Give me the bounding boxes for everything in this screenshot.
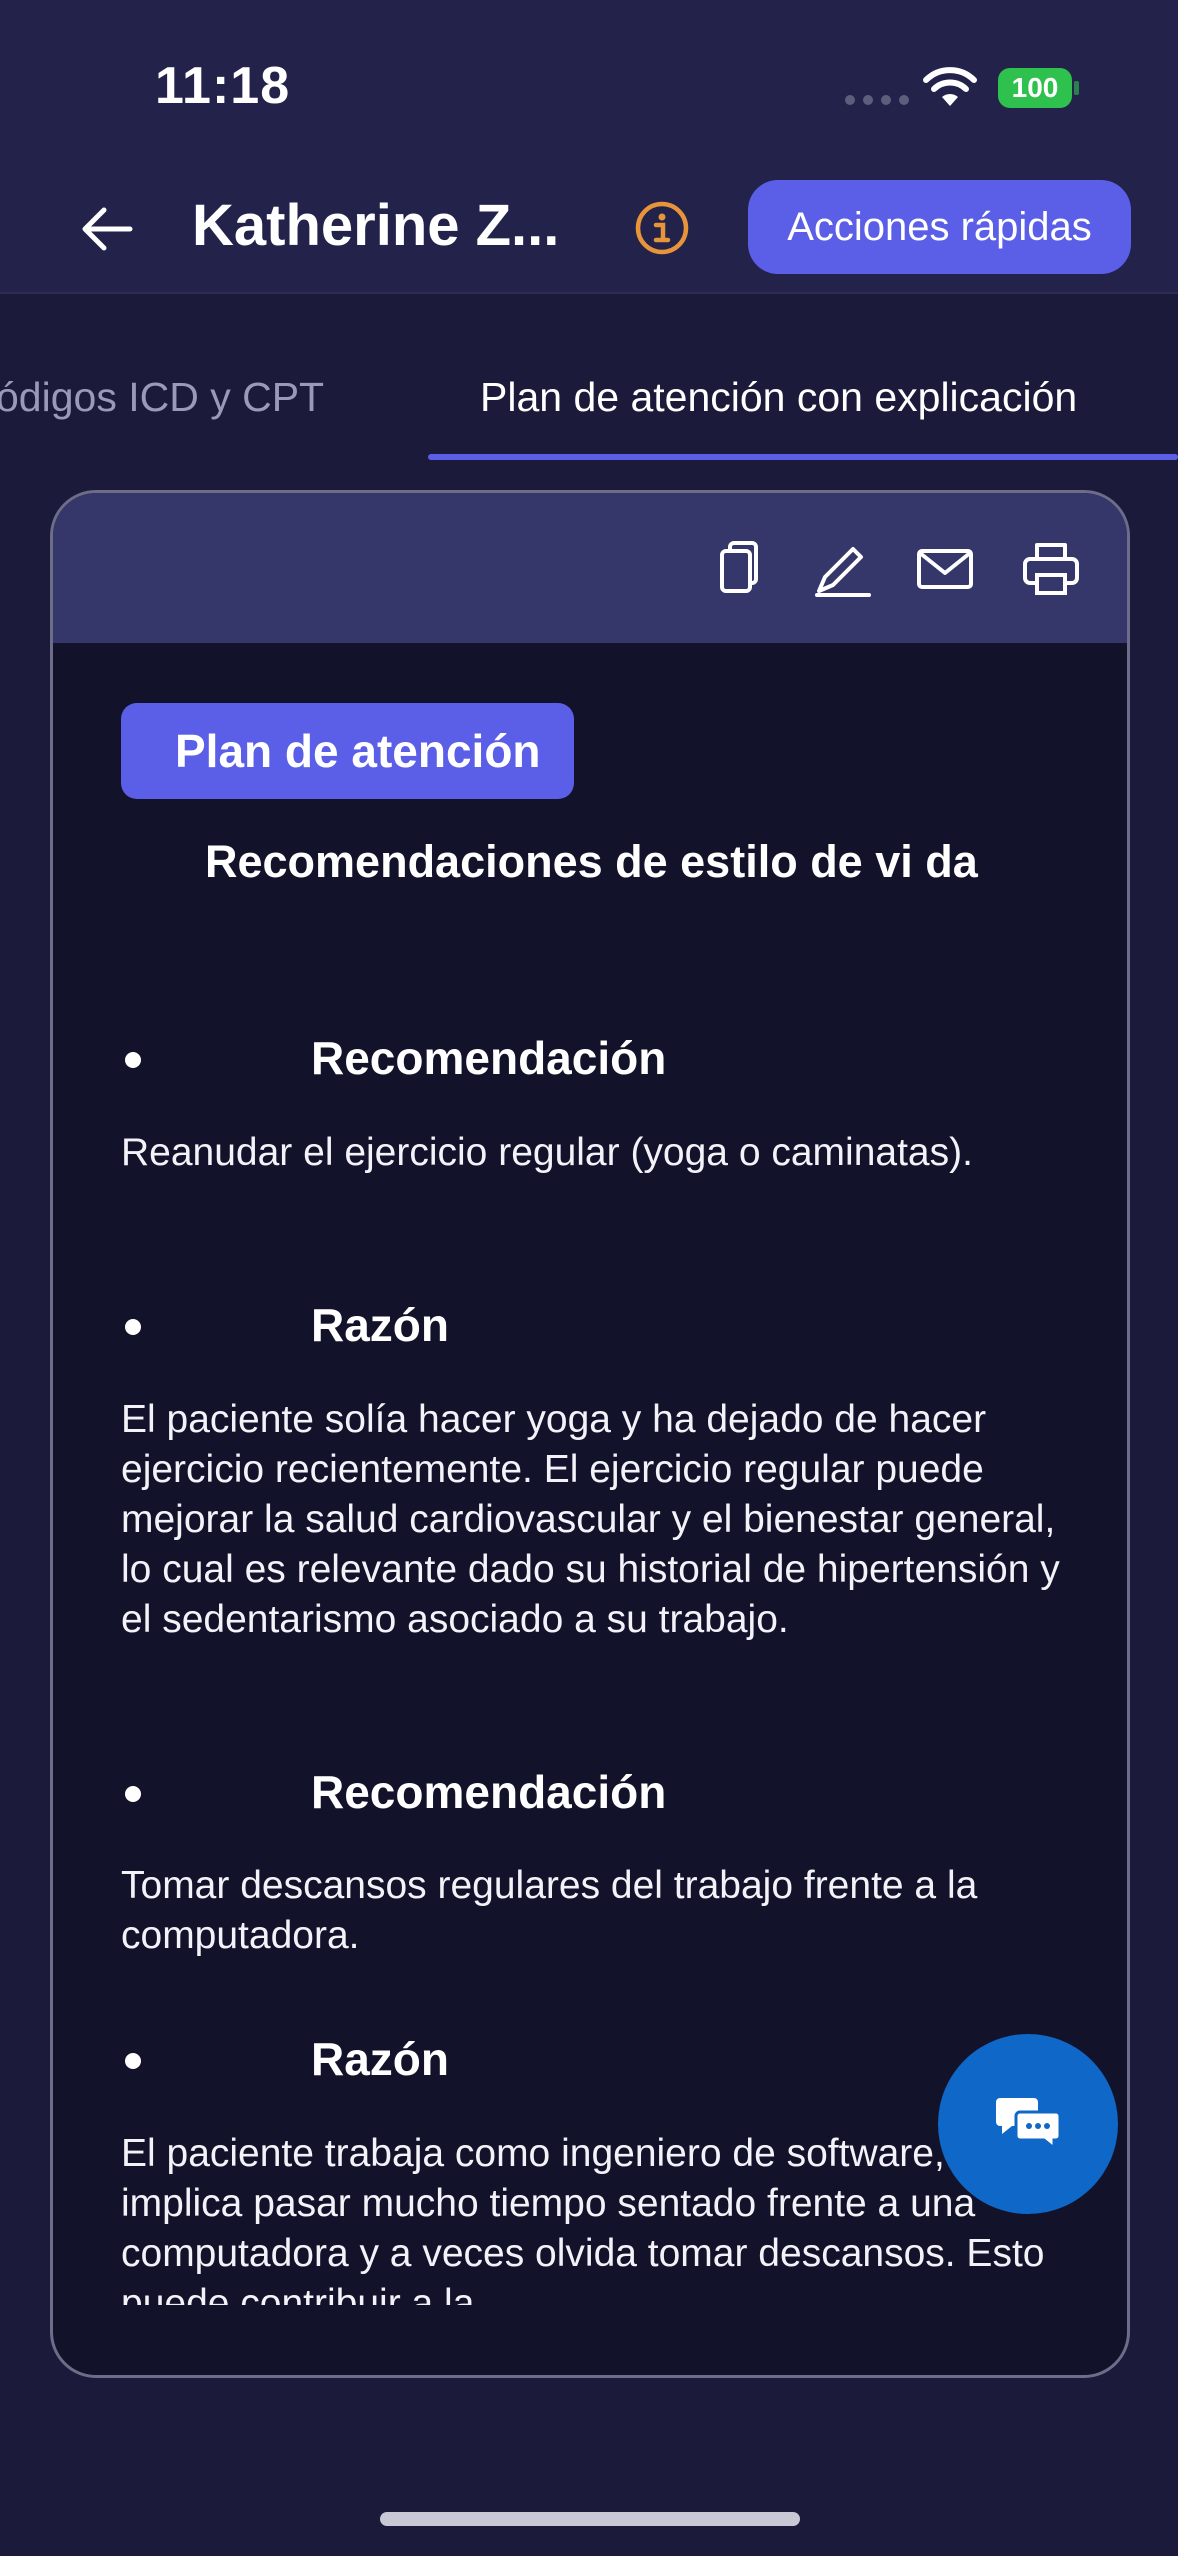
item-label: Razón (311, 1299, 449, 1351)
home-indicator[interactable] (380, 2512, 800, 2526)
item-text: Reanudar el ejercicio regular (yoga o ca… (121, 1131, 973, 1174)
status-time: 11:18 (155, 57, 291, 115)
chat-button[interactable] (938, 2034, 1118, 2214)
top-bar: 11:18 100 Katherine Z... Acciones rápida… (0, 0, 1178, 294)
item-label: Recomendación (311, 1032, 667, 1084)
edit-icon[interactable] (813, 539, 873, 599)
item-label: Recomendación (311, 1766, 667, 1818)
tab-bar: ódigos ICD y CPT Plan de atención con ex… (0, 294, 1178, 460)
bullet-icon (125, 1052, 141, 1068)
back-arrow-icon[interactable] (78, 200, 136, 258)
battery-icon: 100 (998, 68, 1079, 108)
cellular-signal-icon (845, 95, 909, 105)
care-plan-label: Plan de atención (121, 703, 574, 799)
item-text: El paciente trabaja como ingeniero de so… (121, 2132, 1062, 2305)
card-body: Plan de atención Recomendaciones de esti… (53, 643, 1127, 2305)
battery-level: 100 (1011, 72, 1059, 103)
print-icon[interactable] (1021, 539, 1081, 599)
tab-icd-cpt-codes[interactable]: ódigos ICD y CPT (0, 374, 324, 421)
quick-actions-button[interactable]: Acciones rápidas (748, 180, 1131, 274)
bullet-icon (125, 1786, 141, 1802)
bullet-icon (125, 1319, 141, 1335)
section-title: Recomendaciones de estilo de vi da (205, 836, 978, 887)
mail-icon[interactable] (915, 539, 975, 599)
patient-name-title: Katherine Z... (192, 193, 560, 258)
info-icon[interactable] (634, 200, 690, 256)
card-toolbar (53, 493, 1127, 643)
chat-bubbles-icon (996, 2098, 1062, 2152)
tab-care-plan[interactable]: Plan de atención con explicación (480, 374, 1077, 421)
header: Katherine Z... Acciones rápidas (0, 170, 1178, 294)
copy-icon[interactable] (708, 539, 768, 599)
item-label: Razón (311, 2033, 449, 2085)
wifi-icon (923, 67, 977, 106)
active-tab-indicator (428, 454, 1178, 460)
status-bar: 11:18 100 (0, 0, 1178, 170)
screen: 11:18 100 Katherine Z... Acciones rápida… (0, 0, 1178, 2556)
item-text: Tomar descansos regulares del trabajo fr… (121, 1864, 978, 1957)
bullet-icon (125, 2053, 141, 2069)
item-text: El paciente solía hacer yoga y ha dejado… (121, 1398, 1060, 1641)
